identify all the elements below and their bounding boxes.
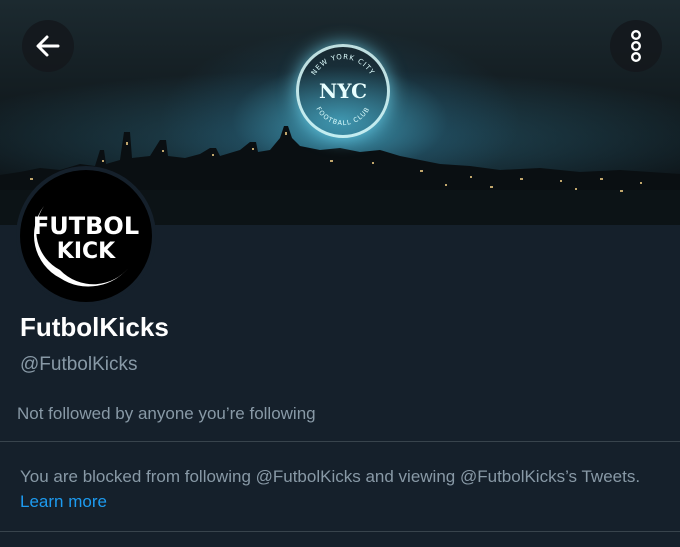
- vertical-dots-icon: [630, 30, 641, 63]
- profile-handle: @FutbolKicks: [20, 354, 138, 375]
- nycfc-crest-logo: NEW YORK CITY FOOTBALL CLUB NYC: [296, 44, 390, 138]
- profile-display-name: FutbolKicks: [20, 312, 169, 342]
- blocked-notice: You are blocked from following @FutbolKi…: [20, 464, 660, 514]
- back-button[interactable]: [22, 20, 74, 72]
- futbol-kick-logo: FUTBOL KICK: [33, 206, 139, 287]
- crest-top-text: NEW YORK CITY: [310, 53, 375, 77]
- blocked-notice-text: You are blocked from following @FutbolKi…: [20, 467, 641, 486]
- svg-text:NEW YORK CITY: NEW YORK CITY: [310, 53, 376, 77]
- learn-more-link[interactable]: Learn more: [20, 492, 107, 511]
- more-options-button[interactable]: [610, 20, 662, 72]
- svg-text:FOOTBALL CLUB: FOOTBALL CLUB: [314, 105, 371, 127]
- crest-bottom-text: FOOTBALL CLUB: [314, 105, 370, 127]
- crest-monogram: NYC: [319, 79, 367, 103]
- divider: [0, 441, 680, 442]
- arrow-left-icon: [36, 35, 60, 57]
- avatar-logo-line1: FUTBOL: [33, 212, 139, 240]
- divider: [0, 531, 680, 532]
- profile-avatar[interactable]: FUTBOL KICK: [16, 166, 156, 306]
- avatar-logo-line2: KICK: [57, 239, 116, 264]
- followed-by-text: Not followed by anyone you’re following: [17, 404, 316, 423]
